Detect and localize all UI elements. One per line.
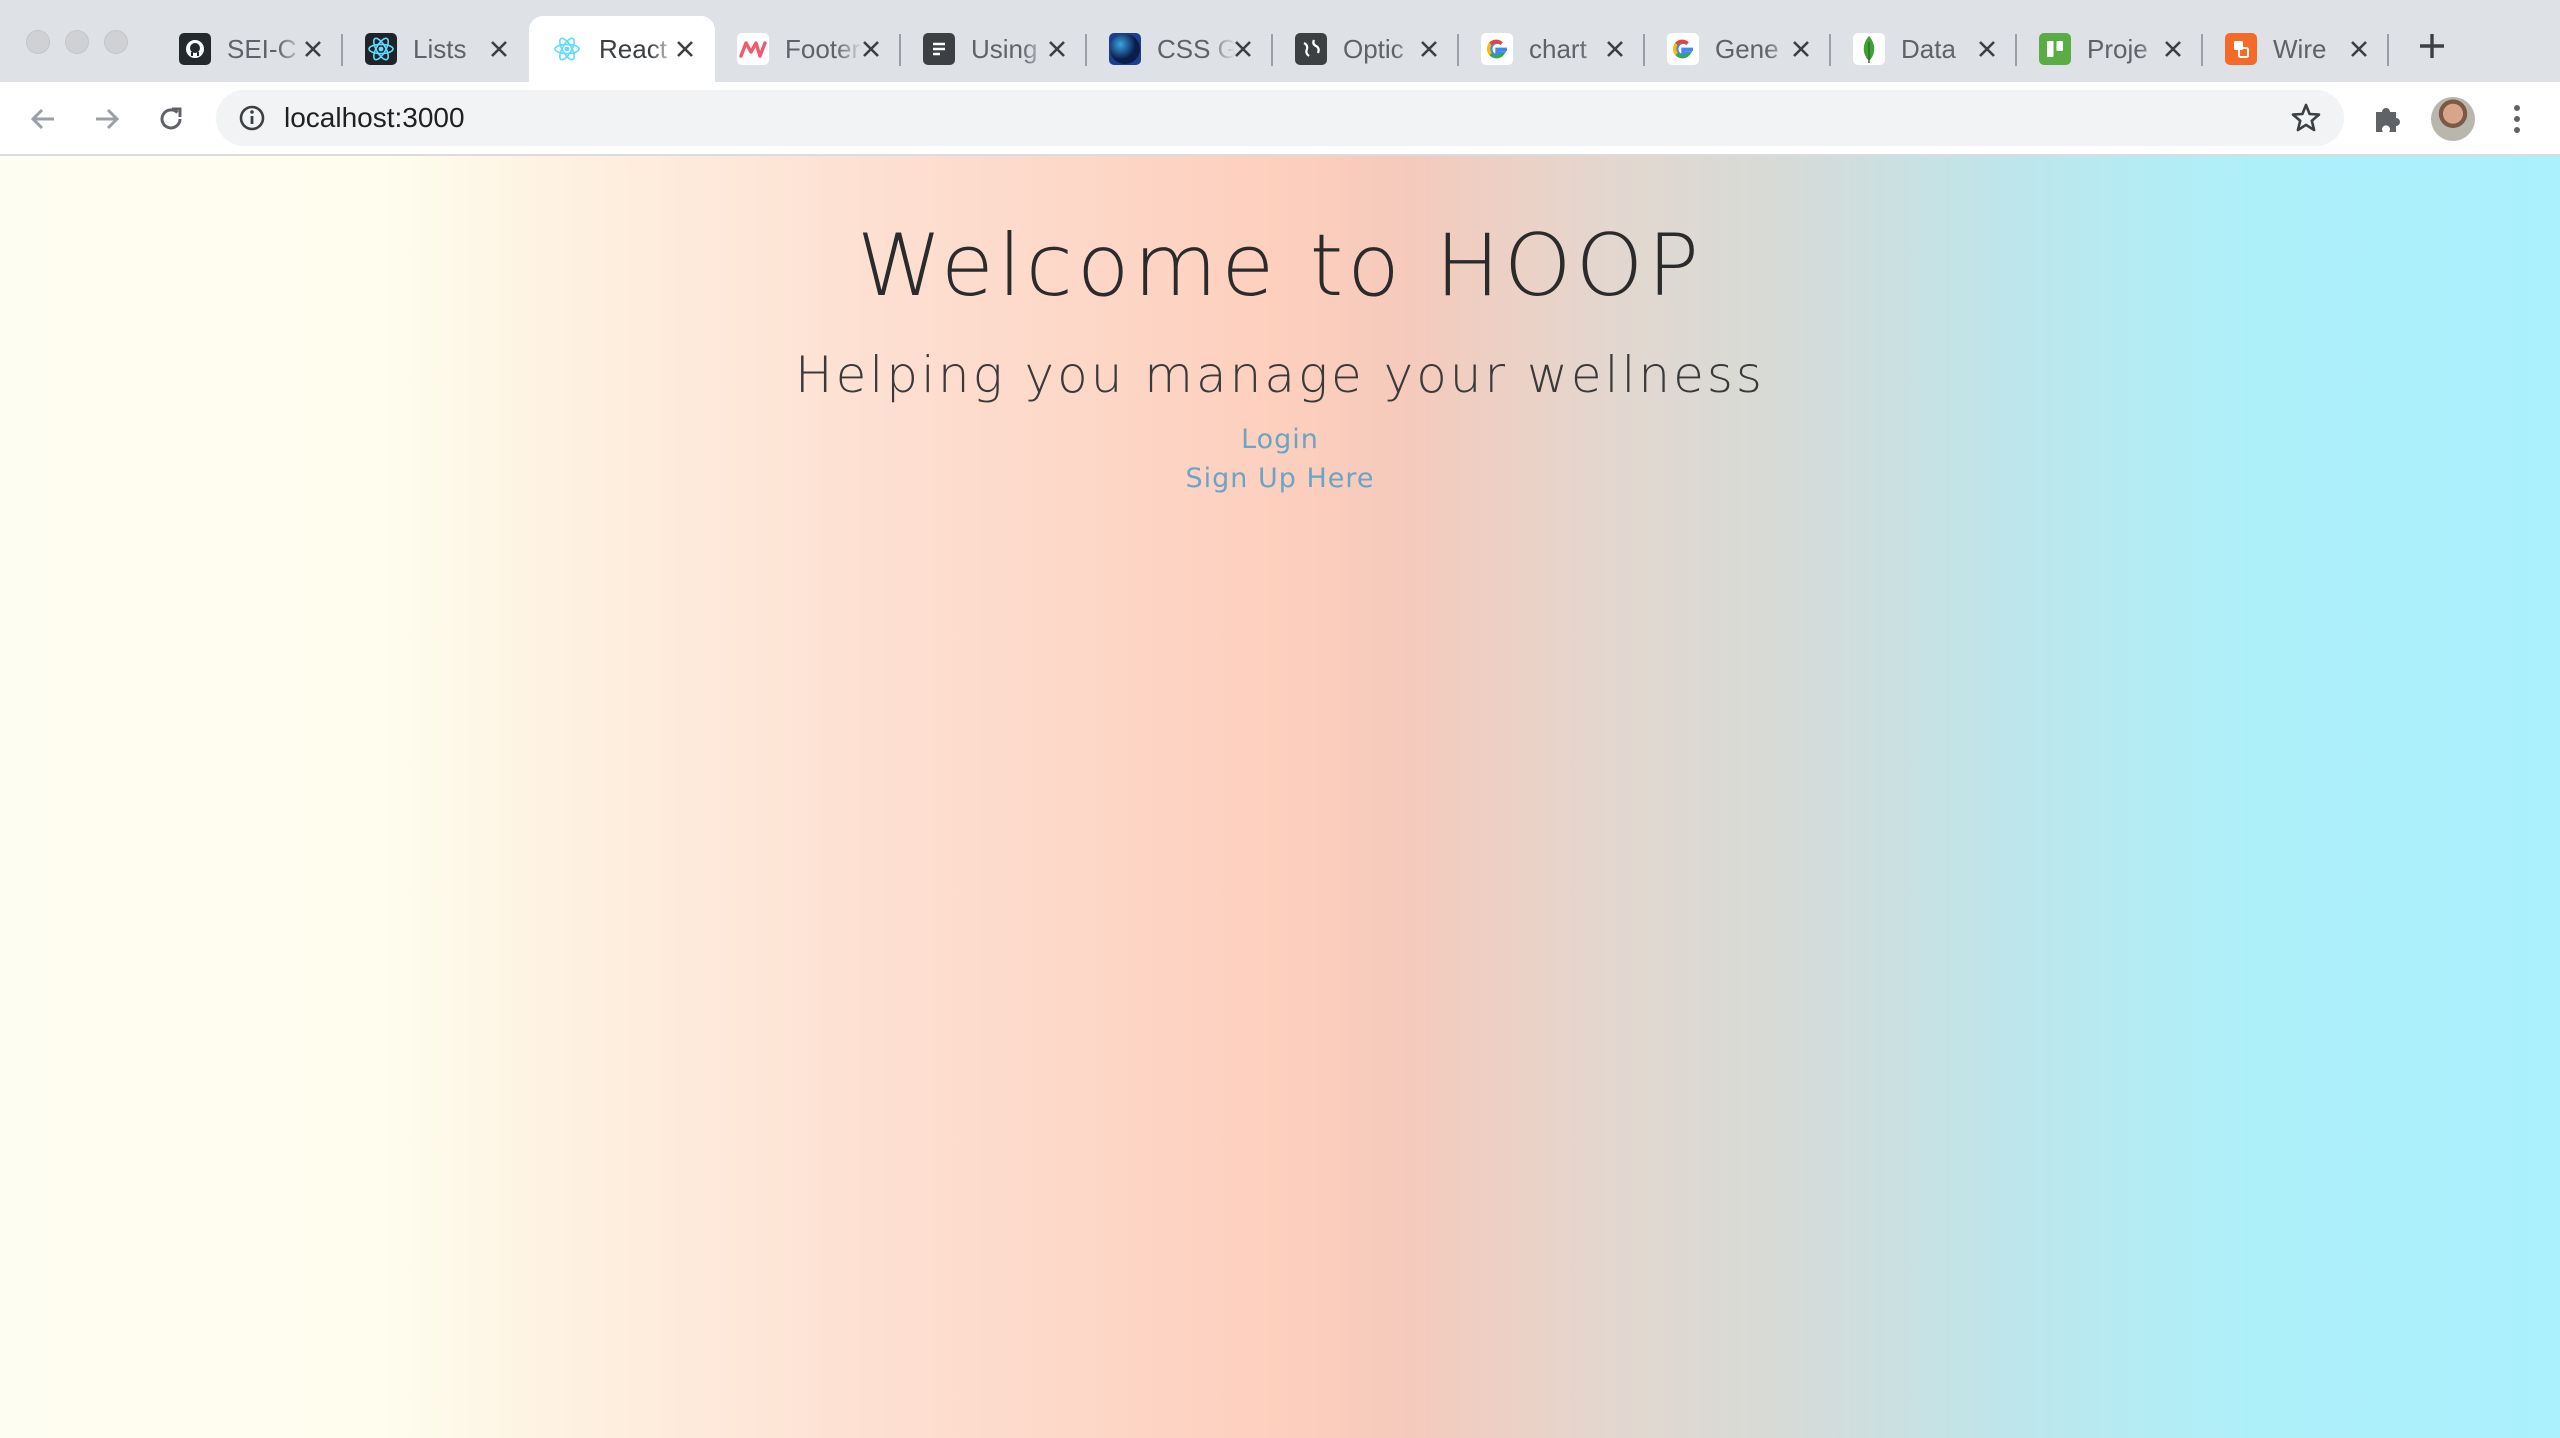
tab-5[interactable]: Using: [901, 16, 1087, 82]
tab-7[interactable]: Optic: [1273, 16, 1459, 82]
css-orb-icon: [1109, 33, 1141, 65]
plus-icon: [2420, 34, 2444, 58]
menu-dot-icon: [2514, 127, 2520, 133]
browser-toolbar: localhost:3000: [0, 82, 2560, 156]
google-icon: [1667, 33, 1699, 65]
tab-close-icon[interactable]: [857, 35, 885, 63]
new-tab-button[interactable]: [2412, 26, 2452, 66]
arrow-left-icon: [30, 108, 54, 130]
google-icon: [1481, 33, 1513, 65]
tab-close-icon[interactable]: [671, 35, 699, 63]
tab-close-icon[interactable]: [1601, 35, 1629, 63]
github-icon: [179, 33, 211, 65]
page-viewport: Welcome to HOOP Helping you manage your …: [0, 156, 2560, 1438]
close-window-button[interactable]: [26, 30, 50, 54]
menu-dot-icon: [2514, 116, 2520, 122]
tab-title: Gene: [1715, 33, 1779, 64]
site-info-icon[interactable]: [236, 102, 268, 134]
tab-title: SEI-C: [227, 33, 297, 64]
maximize-window-button[interactable]: [104, 30, 128, 54]
tab-title: Footer: [785, 33, 861, 64]
tab-close-icon[interactable]: [299, 35, 327, 63]
address-bar[interactable]: localhost:3000: [216, 90, 2344, 146]
tab-strip: SEI-C Lists React Footer Using CSS G Optic char…: [0, 0, 2560, 82]
profile-avatar[interactable]: [2431, 97, 2475, 141]
tab-8[interactable]: chart: [1459, 16, 1645, 82]
mui-icon: [737, 33, 769, 65]
tab-title: Using: [971, 33, 1038, 64]
trello-icon: [2039, 33, 2071, 65]
tab-12[interactable]: Wire: [2203, 16, 2389, 82]
url-text[interactable]: localhost:3000: [284, 90, 465, 146]
tab-title: Lists: [413, 33, 467, 64]
tab-title: CSS G: [1157, 33, 1235, 64]
tab-title: Data: [1901, 33, 1956, 64]
tab-close-icon[interactable]: [2159, 35, 2187, 63]
signup-link[interactable]: Sign Up Here: [0, 463, 2560, 494]
tab-1[interactable]: SEI-C: [157, 16, 343, 82]
document-icon: [923, 33, 955, 65]
tab-close-icon[interactable]: [1973, 35, 2001, 63]
login-link[interactable]: Login: [0, 424, 2560, 455]
extensions-puzzle-icon[interactable]: [2368, 100, 2406, 138]
tab-3[interactable]: React: [529, 16, 715, 82]
tab-11[interactable]: Proje: [2017, 16, 2203, 82]
forward-button[interactable]: [88, 100, 126, 138]
tab-title: Proje: [2087, 33, 2148, 64]
mongodb-leaf-icon: [1853, 33, 1885, 65]
browser-menu-button[interactable]: [2498, 100, 2536, 138]
tab-title: chart: [1529, 33, 1587, 64]
back-button[interactable]: [24, 100, 62, 138]
menu-dot-icon: [2514, 105, 2520, 111]
tab-close-icon[interactable]: [2345, 35, 2373, 63]
reload-icon: [160, 107, 182, 130]
tab-6[interactable]: CSS G: [1087, 16, 1273, 82]
globe-icon: [1295, 33, 1327, 65]
tab-title: React: [599, 33, 667, 64]
minimize-window-button[interactable]: [65, 30, 89, 54]
tab-close-icon[interactable]: [1229, 35, 1257, 63]
tab-close-icon[interactable]: [1415, 35, 1443, 63]
tab-2[interactable]: Lists: [343, 16, 529, 82]
react-icon: [551, 33, 583, 65]
reload-button[interactable]: [152, 100, 190, 138]
tab-title: Wire: [2273, 33, 2327, 64]
tab-close-icon[interactable]: [1043, 35, 1071, 63]
page-title: Welcome to HOOP: [856, 216, 1704, 316]
tab-close-icon[interactable]: [485, 35, 513, 63]
arrow-right-icon: [96, 108, 120, 130]
react-icon: [365, 33, 397, 65]
tab-4[interactable]: Footer: [715, 16, 901, 82]
wireframe-icon: [2225, 33, 2257, 65]
browser-window: SEI-C Lists React Footer Using CSS G Optic char…: [0, 0, 2560, 1438]
bookmark-star-icon[interactable]: [2288, 100, 2324, 136]
page-subtitle: Helping you manage your wellness: [795, 346, 1765, 404]
tab-list: SEI-C Lists React Footer Using CSS G Optic char…: [157, 16, 2389, 82]
tab-close-icon[interactable]: [1787, 35, 1815, 63]
tab-9[interactable]: Gene: [1645, 16, 1831, 82]
tab-10[interactable]: Data: [1831, 16, 2017, 82]
tab-title: Optic: [1343, 33, 1404, 64]
